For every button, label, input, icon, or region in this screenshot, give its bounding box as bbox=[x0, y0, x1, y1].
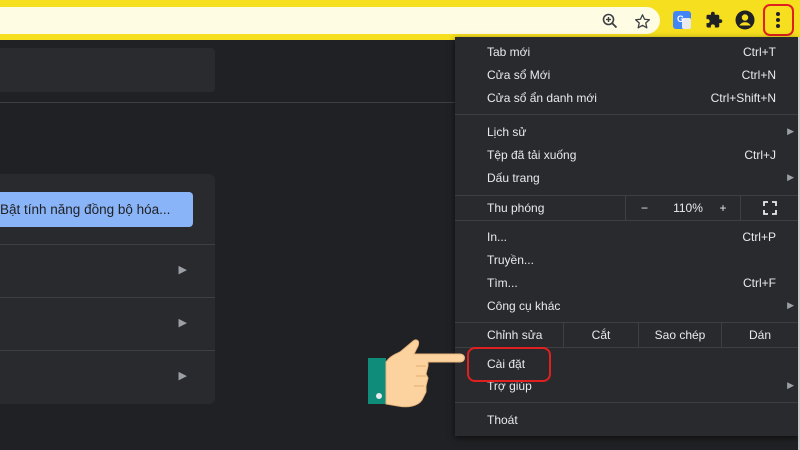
google-translate-icon[interactable]: G bbox=[670, 8, 694, 32]
menu-item-shortcut: Ctrl+P bbox=[742, 230, 776, 244]
edit-row: Chỉnh sửa Cắt Sao chép Dán bbox=[455, 323, 798, 347]
menu-item-incognito-window[interactable]: Cửa sổ ẩn danh mới Ctrl+Shift+N bbox=[455, 87, 798, 110]
menu-item-label: Tìm... bbox=[487, 276, 518, 290]
menu-divider bbox=[455, 114, 798, 115]
chevron-right-icon: ▶ bbox=[178, 370, 187, 382]
submenu-arrow-icon: ▶ bbox=[787, 300, 794, 310]
menu-item-more-tools[interactable]: Công cụ khác ▶ bbox=[455, 295, 798, 318]
menu-item-new-window[interactable]: Cửa sổ Mới Ctrl+N bbox=[455, 64, 798, 87]
menu-item-shortcut: Ctrl+T bbox=[743, 45, 776, 59]
menu-item-cast[interactable]: Truyền... bbox=[455, 249, 798, 272]
menu-item-label: Tab mới bbox=[487, 45, 531, 59]
menu-item-exit[interactable]: Thoát bbox=[455, 409, 798, 432]
pointing-hand-icon bbox=[368, 330, 468, 410]
svg-text:G: G bbox=[677, 14, 684, 24]
menu-divider bbox=[455, 402, 798, 403]
chevron-right-icon: ▶ bbox=[178, 317, 187, 329]
submenu-arrow-icon: ▶ bbox=[787, 172, 794, 182]
menu-button-highlight bbox=[763, 4, 794, 36]
menu-divider bbox=[455, 220, 798, 221]
card-row[interactable]: ▶ bbox=[0, 297, 215, 350]
menu-item-label: Dấu trang bbox=[487, 171, 540, 185]
zoom-out-button[interactable]: − bbox=[625, 196, 663, 220]
edit-label: Chỉnh sửa bbox=[487, 328, 543, 342]
card-row[interactable]: ▶ bbox=[0, 244, 215, 297]
menu-item-shortcut: Ctrl+N bbox=[741, 68, 776, 82]
paste-button[interactable]: Dán bbox=[721, 323, 798, 347]
menu-item-label: Thoát bbox=[487, 413, 518, 427]
menu-item-label: Cửa sổ Mới bbox=[487, 68, 551, 82]
zoom-row: Thu phóng − 110% + bbox=[455, 196, 798, 220]
copy-button[interactable]: Sao chép bbox=[638, 323, 721, 347]
star-icon[interactable] bbox=[630, 9, 654, 33]
zoom-in-button[interactable]: + bbox=[713, 196, 733, 220]
fullscreen-icon[interactable] bbox=[740, 196, 798, 220]
extensions-icon[interactable] bbox=[702, 8, 726, 32]
cut-button[interactable]: Cắt bbox=[563, 323, 638, 347]
menu-item-new-tab[interactable]: Tab mới Ctrl+T bbox=[455, 41, 798, 64]
submenu-arrow-icon: ▶ bbox=[787, 380, 794, 390]
menu-item-label: Công cụ khác bbox=[487, 299, 561, 313]
menu-item-label: Lịch sử bbox=[487, 125, 527, 139]
profile-icon[interactable] bbox=[733, 8, 757, 32]
menu-item-print[interactable]: In... Ctrl+P bbox=[455, 226, 798, 249]
menu-item-bookmarks[interactable]: Dấu trang ▶ bbox=[455, 167, 798, 190]
menu-item-shortcut: Ctrl+Shift+N bbox=[710, 91, 776, 105]
menu-item-label: Truyền... bbox=[487, 253, 534, 267]
sync-button[interactable]: Bật tính năng đồng bộ hóa... bbox=[0, 192, 193, 227]
settings-highlight-outline bbox=[467, 347, 551, 382]
menu-item-find[interactable]: Tìm... Ctrl+F bbox=[455, 272, 798, 295]
menu-item-shortcut: Ctrl+J bbox=[744, 148, 776, 162]
zoom-level-value: 110% bbox=[673, 201, 703, 215]
zoom-label: Thu phóng bbox=[487, 201, 545, 215]
menu-item-downloads[interactable]: Tệp đã tải xuống Ctrl+J bbox=[455, 144, 798, 167]
zoom-icon[interactable] bbox=[598, 9, 622, 33]
chevron-right-icon: ▶ bbox=[178, 264, 187, 276]
menu-item-label: Tệp đã tải xuống bbox=[487, 148, 577, 162]
settings-search-field[interactable] bbox=[0, 48, 215, 92]
submenu-arrow-icon: ▶ bbox=[787, 126, 794, 136]
menu-item-shortcut: Ctrl+F bbox=[743, 276, 776, 290]
menu-item-label: In... bbox=[487, 230, 508, 244]
address-bar[interactable] bbox=[0, 7, 660, 34]
menu-item-label: Cửa sổ ẩn danh mới bbox=[487, 91, 597, 105]
menu-item-history[interactable]: Lịch sử ▶ bbox=[455, 121, 798, 144]
browser-toolbar: G bbox=[0, 0, 800, 40]
card-row[interactable]: ▶ bbox=[0, 350, 215, 403]
